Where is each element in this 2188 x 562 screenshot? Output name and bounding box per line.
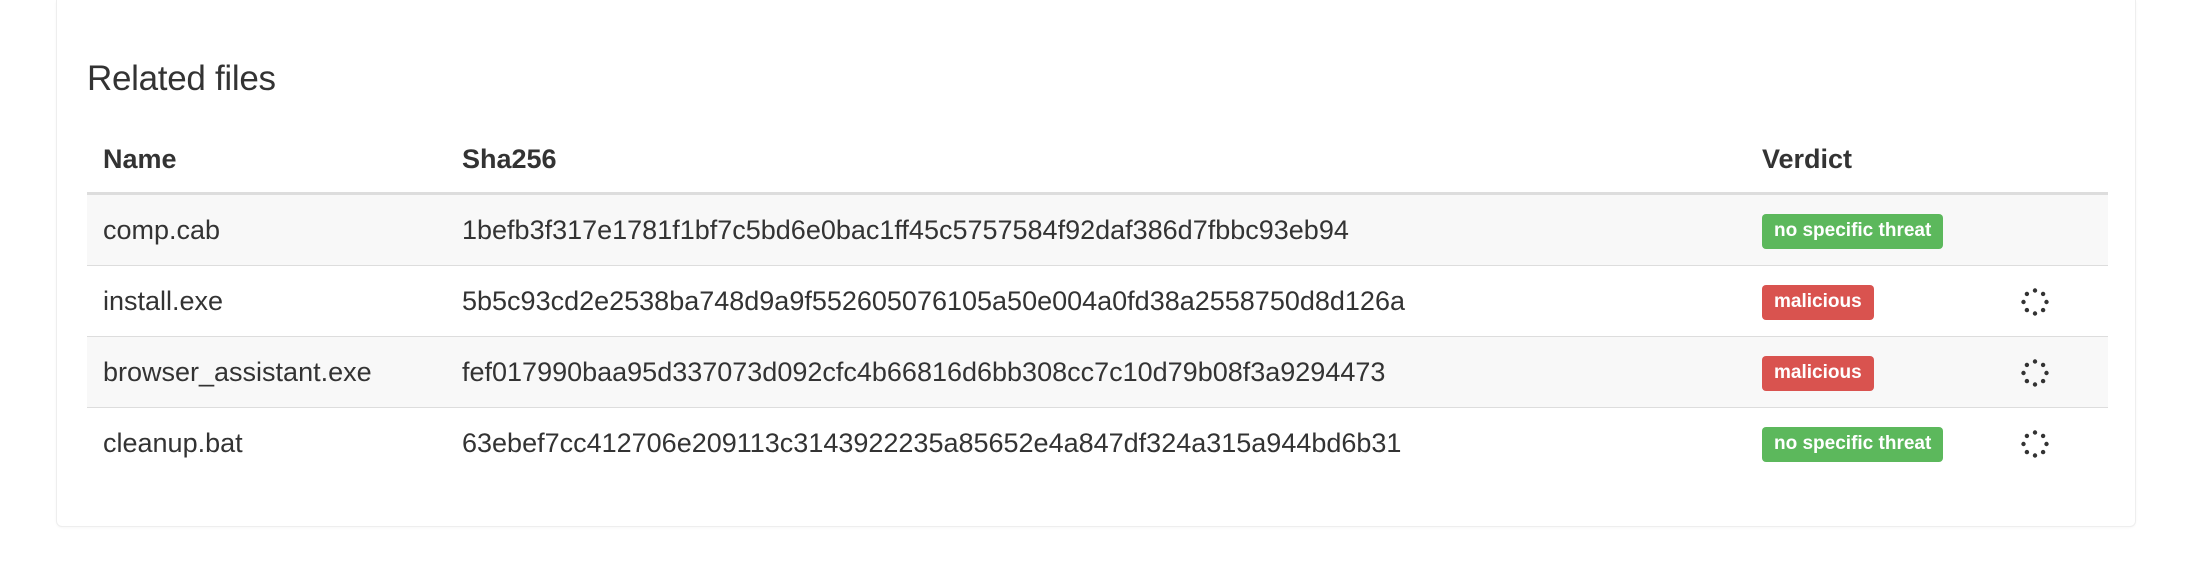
verdict-cell: no specific threat [1746, 193, 1986, 266]
sha256-cell[interactable]: 1befb3f317e1781f1bf7c5bd6e0bac1ff45c5757… [446, 193, 1746, 266]
column-header-name[interactable]: Name [87, 126, 446, 195]
verdict-cell: malicious [1746, 336, 1986, 408]
action-cell [1986, 407, 2108, 478]
column-header-actions [1986, 126, 2108, 195]
action-cell [1986, 265, 2108, 337]
spinner-icon [2021, 288, 2049, 316]
verdict-badge: malicious [1762, 284, 1874, 320]
file-name-cell: browser_assistant.exe [87, 336, 446, 408]
section-title: Related files [87, 59, 276, 98]
action-cell [1986, 336, 2108, 408]
verdict-cell: no specific threat [1746, 407, 1986, 478]
column-header-sha256[interactable]: Sha256 [446, 126, 1746, 195]
spinner-icon [2021, 430, 2049, 458]
spinner-icon [2021, 359, 2049, 387]
table-row[interactable]: comp.cab 1befb3f317e1781f1bf7c5bd6e0bac1… [87, 193, 2108, 266]
sha256-cell[interactable]: 63ebef7cc412706e209113c3143922235a85652e… [446, 407, 1746, 478]
table-row[interactable]: browser_assistant.exe fef017990baa95d337… [87, 336, 2108, 408]
verdict-badge: no specific threat [1762, 213, 1944, 249]
related-files-table: Name Sha256 Verdict comp.cab 1befb3f317e… [87, 126, 2108, 478]
table-row[interactable]: install.exe 5b5c93cd2e2538ba748d9a9f5526… [87, 265, 2108, 337]
file-name-cell: install.exe [87, 265, 446, 337]
action-cell [1986, 193, 2108, 266]
sha256-cell[interactable]: fef017990baa95d337073d092cfc4b66816d6bb3… [446, 336, 1746, 408]
verdict-cell: malicious [1746, 265, 1986, 337]
verdict-badge: malicious [1762, 355, 1874, 391]
table-row[interactable]: cleanup.bat 63ebef7cc412706e209113c31439… [87, 407, 2108, 478]
sha256-cell[interactable]: 5b5c93cd2e2538ba748d9a9f552605076105a50e… [446, 265, 1746, 337]
file-name-cell: cleanup.bat [87, 407, 446, 478]
column-header-verdict[interactable]: Verdict [1746, 126, 1986, 195]
table-header-row: Name Sha256 Verdict [87, 126, 2108, 195]
verdict-badge: no specific threat [1762, 426, 1944, 462]
file-name-cell: comp.cab [87, 193, 446, 266]
